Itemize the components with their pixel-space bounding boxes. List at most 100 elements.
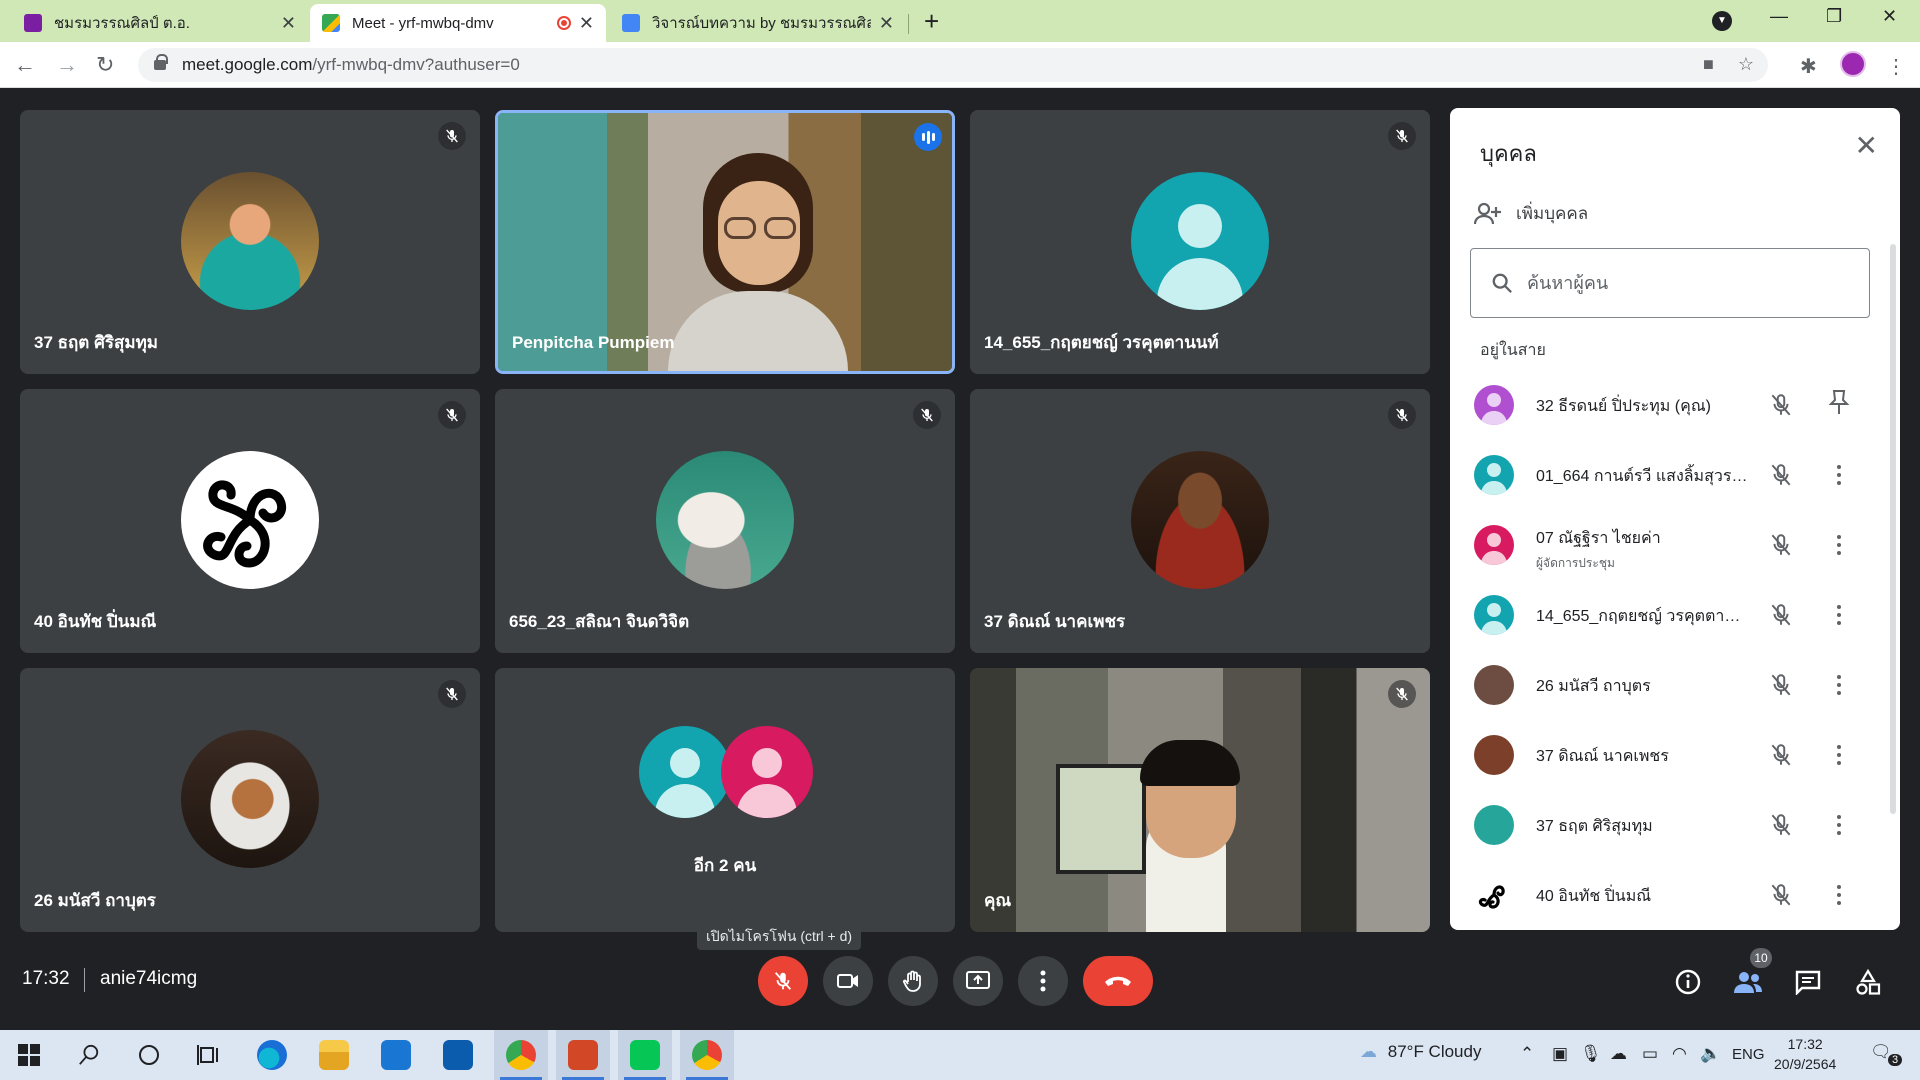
participant-tile[interactable]: 37 ดิณณ์ นาคเพชร <box>970 389 1430 653</box>
mic-off-icon[interactable] <box>1768 742 1794 768</box>
people-button[interactable] <box>1732 966 1764 998</box>
mic-off-icon[interactable] <box>1768 812 1794 838</box>
start-button[interactable] <box>2 1030 56 1080</box>
close-tab-icon[interactable]: ✕ <box>281 13 296 34</box>
panel-scrollbar[interactable] <box>1890 244 1896 814</box>
address-bar[interactable]: meet.google.com/yrf-mwbq-dmv?authuser=0 … <box>138 48 1768 82</box>
back-icon[interactable]: ← <box>14 52 36 78</box>
more-options-icon[interactable] <box>1828 810 1850 840</box>
search-people-box[interactable] <box>1470 248 1870 318</box>
raise-hand-button[interactable] <box>888 956 938 1006</box>
participant-row[interactable]: 26 มนัสวี ถาบุตร <box>1450 650 1890 720</box>
show-hidden-icons[interactable]: ⌃ <box>1520 1044 1534 1064</box>
taskbar-dell[interactable] <box>431 1030 485 1080</box>
taskbar-mail[interactable] <box>369 1030 423 1080</box>
meeting-details-button[interactable] <box>1672 966 1704 998</box>
edge-icon <box>257 1040 287 1070</box>
bookmark-star-icon[interactable]: ☆ <box>1738 54 1754 75</box>
maximize-icon[interactable]: ❐ <box>1826 6 1842 27</box>
taskbar-line[interactable] <box>618 1030 672 1080</box>
more-options-icon[interactable] <box>1828 670 1850 700</box>
tab-title: Meet - yrf-mwbq-dmv <box>352 14 494 32</box>
more-options-icon[interactable] <box>1828 880 1850 910</box>
extensions-icon[interactable]: ✱ <box>1800 54 1817 79</box>
microphone-tray-icon[interactable]: 🎙 <box>1580 1044 1602 1064</box>
mic-off-icon[interactable] <box>1768 882 1794 908</box>
present-screen-button[interactable] <box>953 956 1003 1006</box>
weather-widget[interactable]: ☁ 87°F Cloudy <box>1360 1042 1481 1062</box>
taskbar-clock[interactable]: 17:32 20/9/2564 <box>1774 1034 1836 1074</box>
camera-toggle-button[interactable] <box>823 956 873 1006</box>
camera-in-use-icon[interactable]: ■ <box>1703 54 1714 75</box>
battery-icon[interactable]: ▭ <box>1642 1044 1658 1064</box>
mic-off-icon[interactable] <box>1768 392 1794 418</box>
more-options-button[interactable] <box>1018 956 1068 1006</box>
taskbar-edge[interactable] <box>245 1030 299 1080</box>
self-video-tile[interactable]: คุณ <box>970 668 1430 932</box>
volume-icon[interactable]: 🔈 <box>1700 1044 1721 1064</box>
taskbar-chrome-1[interactable] <box>494 1030 548 1080</box>
close-tab-icon[interactable]: ✕ <box>579 13 594 34</box>
participant-tile[interactable]: 26 มนัสวี ถาบุตร <box>20 668 480 932</box>
tab-search-icon[interactable]: ▼ <box>1712 11 1732 31</box>
participant-avatar <box>1474 875 1514 915</box>
wifi-icon[interactable]: ◠ <box>1672 1044 1687 1064</box>
tab-classroom[interactable]: ชมรมวรรณศิลป์ ต.อ. ✕ <box>12 4 308 42</box>
pin-icon[interactable] <box>1828 388 1850 418</box>
taskbar-chrome-2[interactable] <box>680 1030 734 1080</box>
lock-icon[interactable] <box>154 54 168 70</box>
mic-off-icon[interactable] <box>1768 532 1794 558</box>
chat-button[interactable] <box>1792 966 1824 998</box>
taskbar-file-explorer[interactable] <box>307 1030 361 1080</box>
cortana-button[interactable] <box>122 1030 176 1080</box>
activities-button[interactable] <box>1852 966 1884 998</box>
more-options-icon[interactable] <box>1828 740 1850 770</box>
participant-tile[interactable]: 656_23_สลิณา จินดวิจิต <box>495 389 955 653</box>
mic-off-icon[interactable] <box>1768 602 1794 628</box>
minimize-icon[interactable]: — <box>1770 6 1788 27</box>
close-window-icon[interactable]: ✕ <box>1882 6 1897 27</box>
participant-tile[interactable]: 37 ธฤต ศิริสุมทุม <box>20 110 480 374</box>
participant-row[interactable]: 37 ดิณณ์ นาคเพชร <box>1450 720 1890 790</box>
participant-row[interactable]: 37 ธฤต ศิริสุมทุม <box>1450 790 1890 860</box>
taskbar-powerpoint[interactable] <box>556 1030 610 1080</box>
participant-name: คุณ <box>984 891 1012 910</box>
participant-tile-speaking[interactable]: Penpitcha Pumpiem <box>495 110 955 374</box>
participant-row[interactable]: 32 ธีรดนย์ ปิ่ประทุม (คุณ) <box>1450 370 1890 440</box>
others-tile[interactable]: อีก 2 คน <box>495 668 955 932</box>
new-tab-button[interactable]: + <box>924 8 939 34</box>
notification-count: 3 <box>1888 1054 1903 1066</box>
reload-icon[interactable]: ↻ <box>96 52 114 78</box>
close-tab-icon[interactable]: ✕ <box>879 13 894 34</box>
participant-tile[interactable]: 40 อินทัช ปิ่นมณี <box>20 389 480 653</box>
mic-off-icon[interactable] <box>1768 462 1794 488</box>
participant-name: 32 ธีรดนย์ ปิ่ประทุม (คุณ) <box>1536 398 1711 415</box>
add-people-button[interactable]: เพิ่มบุคคล <box>1474 200 1588 227</box>
search-people-input[interactable] <box>1527 272 1847 294</box>
participant-avatar <box>1474 595 1514 635</box>
participant-row[interactable]: 14_655_กฤตยชญ์ วรคุตตานนท์ <box>1450 580 1890 650</box>
onedrive-icon[interactable]: ☁ <box>1610 1044 1627 1064</box>
microphone-toggle-button[interactable] <box>758 956 808 1006</box>
participant-tile[interactable]: 14_655_กฤตยชญ์ วรคุตตานนท์ <box>970 110 1430 374</box>
tab-docs[interactable]: วิจารณ์บทความ by ชมรมวรรณศิลป์ · ✕ <box>610 4 906 42</box>
close-panel-icon[interactable]: ✕ <box>1855 132 1878 160</box>
forward-icon[interactable]: → <box>56 52 78 78</box>
participant-row[interactable]: 01_664 กานต์รวี แสงลิ้มสุวรรณ <box>1450 440 1890 510</box>
activities-shapes-icon <box>1856 968 1881 995</box>
menu-kebab-icon[interactable]: ⋮ <box>1886 54 1906 79</box>
profile-avatar[interactable] <box>1840 51 1866 77</box>
participant-row[interactable]: 40 อินทัช ปิ่นมณี <box>1450 860 1890 930</box>
participant-row[interactable]: 07 ณัฐฐิรา ไชยค่า ผู้จัดการประชุม <box>1450 510 1890 580</box>
more-options-icon[interactable] <box>1828 530 1850 560</box>
input-language[interactable]: ENG <box>1732 1046 1765 1063</box>
tab-meet[interactable]: Meet - yrf-mwbq-dmv ✕ <box>310 4 606 42</box>
leave-call-button[interactable] <box>1083 956 1153 1006</box>
notifications-button[interactable]: 🗨 3 <box>1870 1042 1903 1066</box>
mic-off-icon[interactable] <box>1768 672 1794 698</box>
search-taskbar-button[interactable] <box>62 1030 116 1080</box>
camera-tray-icon[interactable]: ▣ <box>1552 1044 1568 1064</box>
more-options-icon[interactable] <box>1828 460 1850 490</box>
task-view-button[interactable] <box>182 1030 236 1080</box>
more-options-icon[interactable] <box>1828 600 1850 630</box>
